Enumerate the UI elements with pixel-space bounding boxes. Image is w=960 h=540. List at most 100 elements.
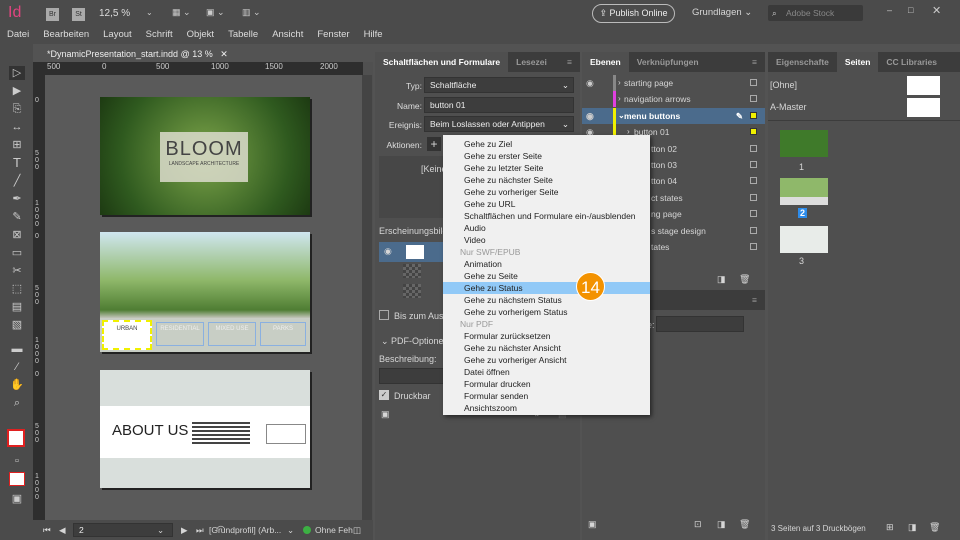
gradient-tool-icon[interactable]: ▤ bbox=[9, 300, 25, 314]
menu-item[interactable]: Formular zurücksetzen bbox=[443, 330, 650, 342]
rectangle-frame-tool-icon[interactable]: ⊠ bbox=[9, 228, 25, 242]
delete-icon[interactable]: 🗑 bbox=[739, 519, 750, 530]
close-tab-icon[interactable]: ✕ bbox=[220, 49, 228, 59]
rectangle-tool-icon[interactable]: ▭ bbox=[9, 246, 25, 260]
preflight-panel-icon[interactable]: ◫ bbox=[353, 520, 361, 540]
menu-ansicht[interactable]: Ansicht bbox=[265, 28, 310, 44]
new-state-icon[interactable]: ⊡ bbox=[694, 519, 702, 530]
layer-select-icon[interactable] bbox=[750, 161, 757, 168]
menu-datei[interactable]: Datei bbox=[0, 28, 36, 44]
formatting-container-icon[interactable]: ▫ bbox=[9, 454, 25, 468]
next-page-button[interactable]: ▶ bbox=[181, 520, 188, 540]
fill-stroke-swatch[interactable] bbox=[7, 429, 25, 447]
minimize-button[interactable]: – bbox=[887, 5, 892, 15]
menu-item[interactable]: Gehe zu Status bbox=[443, 282, 650, 294]
master-a-thumbnail[interactable] bbox=[907, 98, 940, 117]
menu-layout[interactable]: Layout bbox=[96, 28, 139, 44]
menu-item[interactable]: Formular senden bbox=[443, 390, 650, 402]
appearance-click-thumbnail[interactable] bbox=[403, 284, 421, 298]
button-mixed-use[interactable]: MIXED USE bbox=[208, 322, 256, 346]
appearance-rollover-thumbnail[interactable] bbox=[403, 264, 421, 278]
screen-mode-icon[interactable]: ▦ ⌄ bbox=[172, 7, 191, 18]
panel-menu-icon[interactable]: ≡ bbox=[744, 52, 765, 72]
screen-mode-tool-icon[interactable]: ▣ bbox=[9, 492, 25, 506]
view-options-icon[interactable]: ▣ ⌄ bbox=[206, 7, 225, 18]
type-select[interactable]: Schaltfläche⌄ bbox=[424, 77, 574, 93]
printable-checkbox[interactable]: ✓ bbox=[379, 390, 389, 400]
pencil-tool-icon[interactable]: ✎ bbox=[9, 210, 25, 224]
menu-item[interactable]: Audio bbox=[443, 222, 650, 234]
duplicate-icon[interactable]: ◨ bbox=[717, 519, 726, 530]
pdf-options-toggle[interactable]: ⌄ PDF-Optionen bbox=[381, 336, 449, 347]
menu-schrift[interactable]: Schrift bbox=[139, 28, 180, 44]
workspace-switcher[interactable]: Grundlagen ⌄ bbox=[692, 7, 752, 18]
eye-icon[interactable]: ◉ bbox=[586, 75, 594, 91]
new-layer-icon[interactable]: ◨ bbox=[717, 274, 726, 285]
preflight-status[interactable]: Ohne Feh bbox=[315, 520, 353, 540]
note-tool-icon[interactable]: ▬ bbox=[9, 342, 25, 356]
sub-panel-input[interactable] bbox=[656, 316, 744, 332]
delete-page-icon[interactable]: 🗑 bbox=[929, 522, 940, 533]
direct-selection-tool-icon[interactable]: ▶ bbox=[9, 84, 25, 98]
tab-bookmarks[interactable]: Lesezei bbox=[508, 52, 555, 72]
previous-page-button[interactable]: ◀ bbox=[59, 520, 66, 540]
gradient-feather-icon[interactable]: ▧ bbox=[9, 318, 25, 332]
menu-item[interactable]: Gehe zu Ziel bbox=[443, 138, 650, 150]
publish-online-button[interactable]: ⇪ Publish Online bbox=[592, 4, 675, 23]
menu-bearbeiten[interactable]: Bearbeiten bbox=[36, 28, 96, 44]
layer-select-icon[interactable] bbox=[750, 227, 757, 234]
eye-icon[interactable]: ◉ bbox=[384, 246, 392, 257]
gap-tool-icon[interactable]: ↔ bbox=[9, 120, 25, 134]
hidden-until-triggered-checkbox[interactable] bbox=[379, 310, 389, 320]
first-page-button[interactable]: ⏮ bbox=[43, 520, 51, 540]
layer-select-icon[interactable] bbox=[750, 95, 757, 102]
layer-select-icon[interactable] bbox=[750, 210, 757, 217]
master-none[interactable]: [Ohne] bbox=[770, 80, 797, 90]
page-thumbnail-1[interactable] bbox=[780, 130, 828, 157]
page-tool-icon[interactable]: ⎘ bbox=[9, 102, 25, 116]
layer-select-icon[interactable] bbox=[750, 177, 757, 184]
layer-select-icon[interactable] bbox=[750, 79, 757, 86]
panel-menu-icon[interactable]: ≡ bbox=[744, 290, 765, 310]
tab-layers[interactable]: Ebenen bbox=[582, 52, 629, 72]
menu-item[interactable]: Gehe zu nächster Seite bbox=[443, 174, 650, 186]
page-thumbnail-3[interactable] bbox=[780, 226, 828, 253]
menu-objekt[interactable]: Objekt bbox=[180, 28, 221, 44]
hand-tool-icon[interactable]: ✋ bbox=[9, 378, 25, 392]
zoom-level[interactable]: 12,5 % bbox=[99, 8, 130, 19]
master-none-thumbnail[interactable] bbox=[907, 76, 940, 95]
menu-item[interactable]: Datei öffnen bbox=[443, 366, 650, 378]
chevron-right-icon[interactable]: › bbox=[618, 75, 621, 91]
bridge-button[interactable]: Br bbox=[46, 8, 59, 21]
tab-buttons-forms[interactable]: Schaltflächen und Formulare bbox=[375, 52, 508, 72]
maximize-button[interactable]: □ bbox=[908, 5, 913, 15]
menu-item[interactable]: Formular drucken bbox=[443, 378, 650, 390]
eye-icon[interactable]: ◉ bbox=[586, 108, 594, 124]
horizontal-ruler[interactable]: 500 0 500 1000 1500 2000 bbox=[33, 62, 363, 75]
arrange-documents-icon[interactable]: ▥ ⌄ bbox=[242, 7, 261, 18]
preview-icon[interactable]: ▣ bbox=[588, 519, 597, 530]
tab-properties[interactable]: Eigenschafte bbox=[768, 52, 837, 72]
button-urban[interactable]: URBAN bbox=[102, 320, 152, 350]
free-transform-tool-icon[interactable]: ⬚ bbox=[9, 282, 25, 296]
button-parks[interactable]: PARKS bbox=[260, 322, 306, 346]
pen-tool-icon[interactable]: ✒ bbox=[9, 192, 25, 206]
layer-select-icon[interactable] bbox=[750, 243, 757, 250]
delete-layer-icon[interactable]: 🗑 bbox=[739, 274, 750, 285]
layer-row[interactable]: ◉starting page› bbox=[582, 75, 765, 91]
apply-none-icon[interactable] bbox=[9, 472, 25, 486]
panel-menu-icon[interactable]: ≡ bbox=[559, 52, 580, 72]
eyedropper-tool-icon[interactable]: ⁄ bbox=[9, 360, 25, 374]
menu-fenster[interactable]: Fenster bbox=[310, 28, 356, 44]
menu-item[interactable]: Ansichtszoom bbox=[443, 402, 650, 414]
menu-item[interactable]: Gehe zu vorheriger Ansicht bbox=[443, 354, 650, 366]
layer-select-icon[interactable] bbox=[750, 145, 757, 152]
line-tool-icon[interactable]: ╱ bbox=[9, 174, 25, 188]
menu-item[interactable]: Gehe zu erster Seite bbox=[443, 150, 650, 162]
layer-row[interactable]: ◉menu buttons⌄✎ bbox=[582, 108, 765, 124]
menu-item[interactable]: Schaltflächen und Formulare ein-/ausblen… bbox=[443, 210, 650, 222]
adobe-stock-search[interactable]: ⌕Adobe Stock bbox=[768, 5, 863, 21]
zoom-tool-icon[interactable]: ⌕ bbox=[9, 396, 25, 410]
vertical-scrollbar[interactable] bbox=[362, 75, 372, 520]
menu-tabelle[interactable]: Tabelle bbox=[221, 28, 265, 44]
